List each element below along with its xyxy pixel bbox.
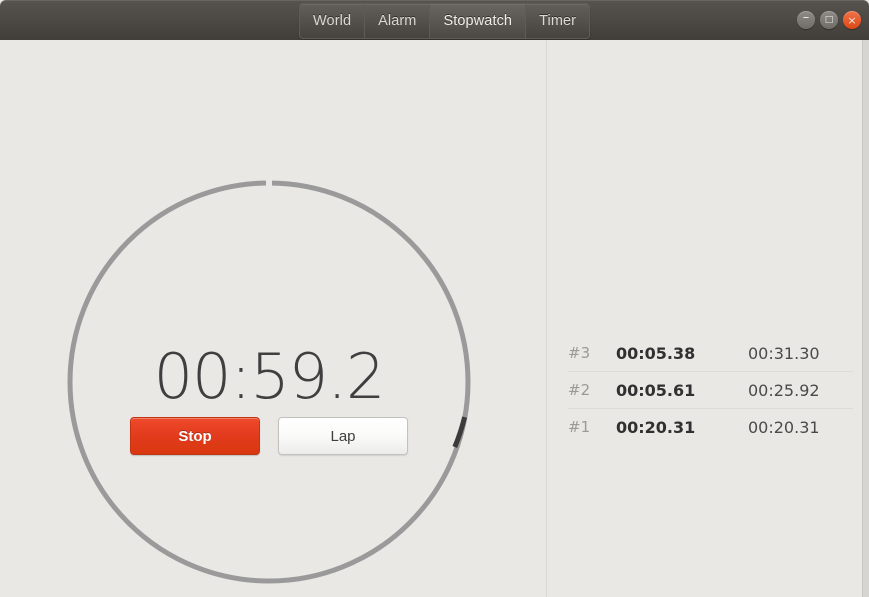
- table-row[interactable]: #2 00:05.61 00:25.92: [568, 372, 853, 409]
- stopwatch-app-window: World Alarm Stopwatch Timer – □ × 00:59.…: [0, 0, 869, 597]
- panel-divider: [546, 40, 547, 597]
- tab-alarm[interactable]: Alarm: [365, 4, 431, 38]
- main-content: 00:59.2 Stop Lap #3 00:05.38 00:31.30 #2…: [0, 40, 869, 597]
- stopwatch-controls: Stop Lap: [66, 417, 472, 455]
- elapsed-time-container: 00:59.2: [66, 346, 472, 408]
- window-controls: – □ ×: [797, 11, 861, 29]
- close-icon: ×: [847, 13, 857, 27]
- minimize-icon: –: [802, 10, 810, 25]
- maximize-icon: □: [824, 14, 834, 25]
- lap-total-time: 00:20.31: [748, 417, 820, 437]
- lap-split-time: 00:05.38: [616, 343, 696, 363]
- view-tab-bar: World Alarm Stopwatch Timer: [299, 3, 591, 39]
- lap-split-time: 00:05.61: [616, 380, 696, 400]
- lap-list: #3 00:05.38 00:31.30 #2 00:05.61 00:25.9…: [568, 335, 853, 445]
- lap-index: #1: [568, 418, 591, 436]
- title-bar: World Alarm Stopwatch Timer – □ ×: [0, 0, 869, 40]
- maximize-button[interactable]: □: [820, 11, 838, 29]
- stop-button[interactable]: Stop: [130, 417, 260, 455]
- close-button[interactable]: ×: [843, 11, 861, 29]
- tab-stopwatch[interactable]: Stopwatch: [430, 4, 527, 38]
- lap-total-time: 00:31.30: [748, 343, 820, 363]
- tab-timer[interactable]: Timer: [526, 4, 590, 38]
- lap-total-time: 00:25.92: [748, 380, 820, 400]
- lap-split-time: 00:20.31: [616, 417, 696, 437]
- lap-index: #2: [568, 381, 591, 399]
- lap-index: #3: [568, 344, 591, 362]
- window-right-edge: [862, 40, 869, 597]
- table-row[interactable]: #3 00:05.38 00:31.30: [568, 335, 853, 372]
- table-row[interactable]: #1 00:20.31 00:20.31: [568, 409, 853, 445]
- lap-button[interactable]: Lap: [278, 417, 408, 455]
- minimize-button[interactable]: –: [797, 11, 815, 29]
- elapsed-time: 00:59.2: [153, 340, 386, 413]
- tab-world[interactable]: World: [300, 4, 366, 38]
